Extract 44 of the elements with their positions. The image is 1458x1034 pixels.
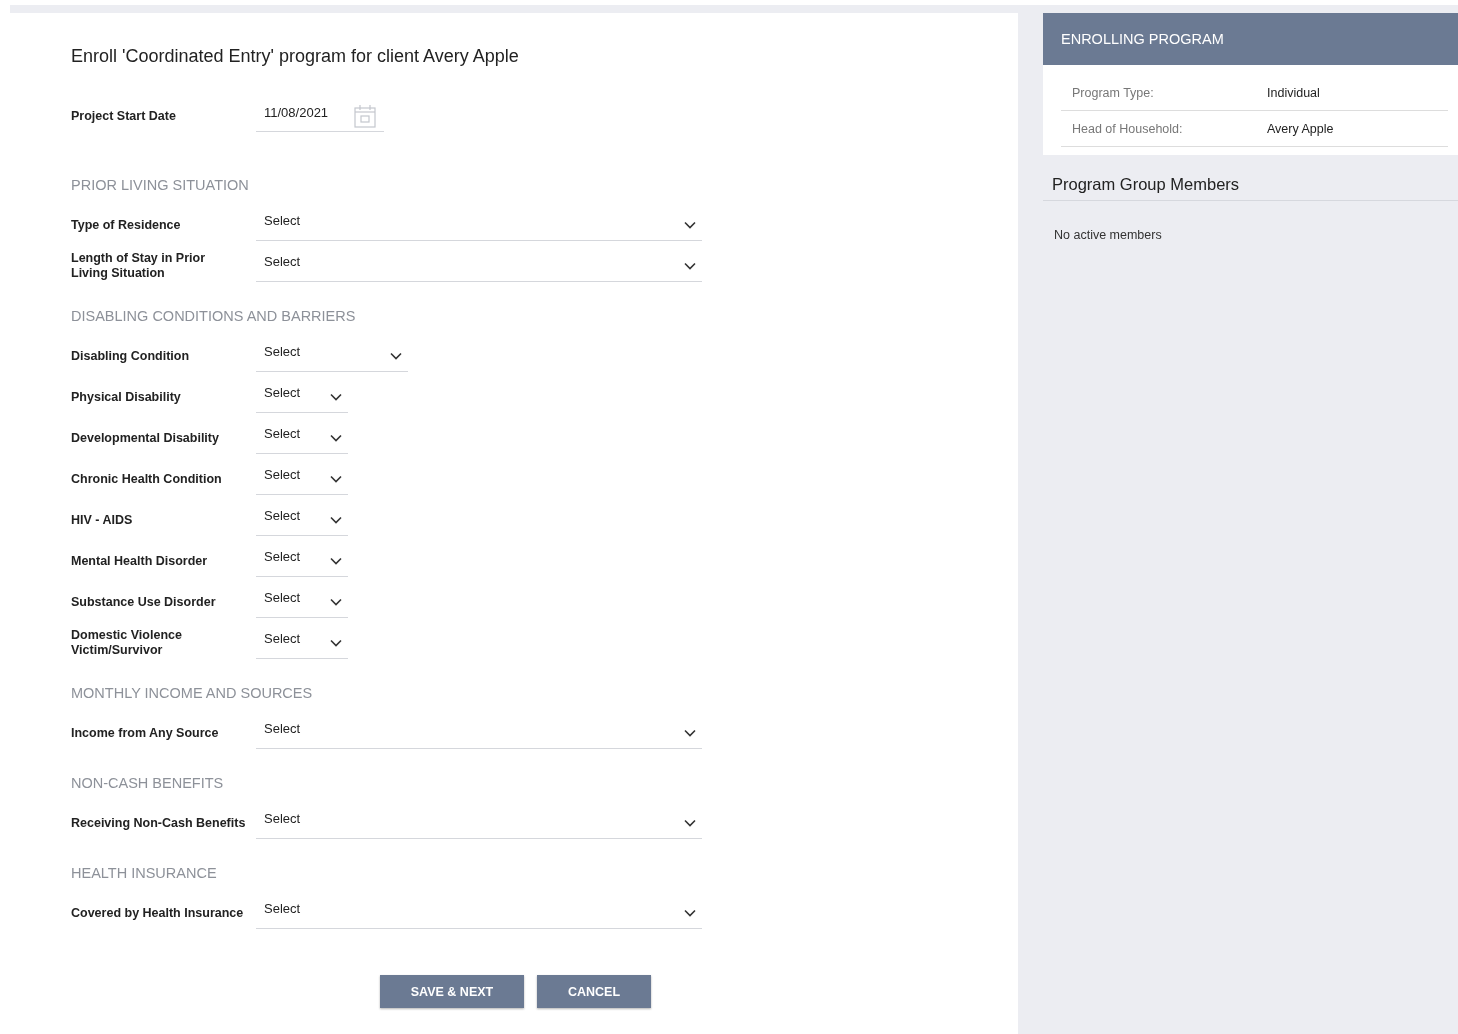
- chevron-down-icon: [390, 351, 402, 360]
- detail-label: Program Type:: [1071, 85, 1155, 100]
- chevron-down-icon: [684, 818, 696, 827]
- field-label: Chronic Health Condition: [71, 471, 223, 487]
- field-label: HIV - AIDS: [71, 512, 134, 528]
- panel-header: ENROLLING PROGRAM: [1043, 13, 1458, 65]
- section-heading: DISABLING CONDITIONS AND BARRIERS: [71, 307, 357, 326]
- section-title: Program Group Members: [1043, 155, 1458, 201]
- chevron-down-icon: [330, 392, 342, 401]
- empty-message: No active members: [1053, 227, 1163, 242]
- chevron-down-icon: [684, 728, 696, 737]
- cancel-button[interactable]: CANCEL: [537, 975, 651, 1008]
- detail-label: Head of Household:: [1071, 121, 1184, 136]
- field-label: Length of Stay in Prior Living Situation: [71, 251, 207, 281]
- field-label: Developmental Disability: [71, 430, 220, 446]
- calendar-icon[interactable]: [354, 103, 376, 128]
- detail-value: Avery Apple: [1267, 121, 1334, 136]
- save-next-button[interactable]: SAVE & NEXT: [380, 975, 524, 1008]
- section-heading: PRIOR LIVING SITUATION: [71, 176, 250, 195]
- field-label: Receiving Non-Cash Benefits: [71, 815, 247, 831]
- chevron-down-icon: [330, 433, 342, 442]
- field-label: Covered by Health Insurance: [71, 905, 245, 921]
- chevron-down-icon: [684, 908, 696, 917]
- field-label: Disabling Condition: [71, 348, 191, 364]
- field-label: Project Start Date: [71, 108, 177, 124]
- chevron-down-icon: [330, 597, 342, 606]
- chevron-down-icon: [684, 261, 696, 270]
- chevron-down-icon: [684, 220, 696, 229]
- chevron-down-icon: [330, 474, 342, 483]
- field-label: Physical Disability: [71, 389, 182, 405]
- field-label: Income from Any Source: [71, 725, 220, 741]
- page-title: Enroll 'Coordinated Entry' program for client Avery Apple: [71, 46, 520, 67]
- field-label: Substance Use Disorder: [71, 594, 217, 610]
- chevron-down-icon: [330, 515, 342, 524]
- field-label: Type of Residence: [71, 217, 182, 233]
- field-label: Domestic Violence Victim/Survivor: [71, 628, 183, 658]
- detail-value: Individual: [1267, 85, 1320, 100]
- chevron-down-icon: [330, 638, 342, 647]
- section-heading: NON-CASH BENEFITS: [71, 774, 225, 793]
- date-field[interactable]: 11/08/2021: [256, 100, 384, 132]
- chevron-down-icon: [330, 556, 342, 565]
- field-label: Mental Health Disorder: [71, 553, 209, 569]
- section-heading: MONTHLY INCOME AND SOURCES: [71, 684, 314, 703]
- section-heading: HEALTH INSURANCE: [71, 864, 218, 883]
